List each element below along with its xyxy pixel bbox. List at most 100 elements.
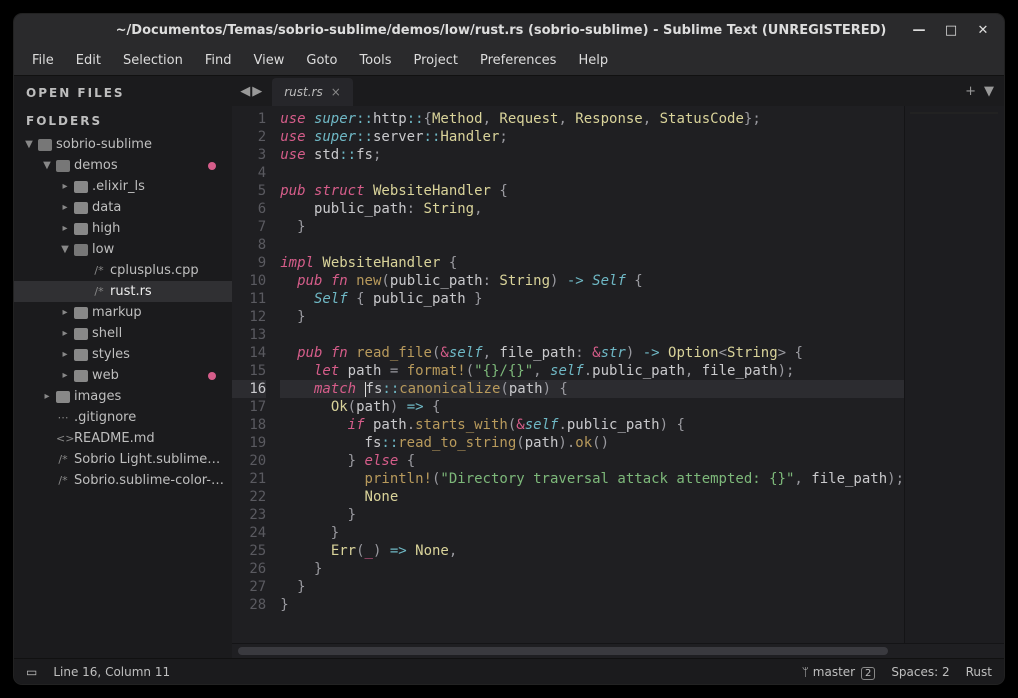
disclosure-arrow: ▸ bbox=[42, 391, 52, 402]
code-line: } bbox=[280, 506, 904, 524]
disclosure-arrow: ▼ bbox=[60, 244, 70, 255]
tree-label: Sobrio Light.sublime-col bbox=[74, 452, 224, 467]
line-number: 26 bbox=[232, 560, 266, 578]
line-number: 4 bbox=[232, 164, 266, 182]
disclosure-arrow: ▸ bbox=[60, 328, 70, 339]
menu-edit[interactable]: Edit bbox=[66, 49, 111, 72]
file-item[interactable]: /* Sobrio Light.sublime-col bbox=[14, 449, 232, 470]
file-item[interactable]: /*Sobrio.sublime-color-sch bbox=[14, 470, 232, 491]
dirty-indicator bbox=[208, 162, 216, 170]
minimize-button[interactable]: — bbox=[912, 23, 926, 37]
close-button[interactable]: ✕ bbox=[976, 23, 990, 37]
tab-next-icon[interactable]: ▶ bbox=[252, 84, 262, 99]
code-line: impl WebsiteHandler { bbox=[280, 254, 904, 272]
status-indent[interactable]: Spaces: 2 bbox=[891, 665, 949, 679]
menu-help[interactable]: Help bbox=[568, 49, 618, 72]
tree-label: .gitignore bbox=[74, 410, 224, 425]
file-item[interactable]: <>README.md bbox=[14, 428, 232, 449]
menu-goto[interactable]: Goto bbox=[296, 49, 347, 72]
code-line: } bbox=[280, 524, 904, 542]
tab-rust[interactable]: rust.rs × bbox=[272, 78, 353, 106]
folder-item[interactable]: ▸high bbox=[14, 218, 232, 239]
editor[interactable]: 1234567891011121314151617181920212223242… bbox=[232, 106, 1004, 643]
line-number: 18 bbox=[232, 416, 266, 434]
folder-icon bbox=[74, 202, 88, 214]
line-number: 17 bbox=[232, 398, 266, 416]
file-item[interactable]: ⋯ .gitignore bbox=[14, 407, 232, 428]
line-number: 13 bbox=[232, 326, 266, 344]
code-view[interactable]: use super::http::{Method, Request, Respo… bbox=[274, 106, 904, 643]
code-line: } bbox=[280, 596, 904, 614]
tree-label: rust.rs bbox=[110, 284, 224, 299]
folder-icon bbox=[74, 328, 88, 340]
tab-dropdown-icon[interactable]: ▼ bbox=[984, 84, 994, 99]
code-line: pub fn read_file(&self, file_path: &str)… bbox=[280, 344, 904, 362]
folder-item[interactable]: ▸data bbox=[14, 197, 232, 218]
minimap[interactable] bbox=[904, 106, 1004, 643]
code-line: public_path: String, bbox=[280, 200, 904, 218]
line-number: 3 bbox=[232, 146, 266, 164]
open-files-header: OPEN FILES bbox=[14, 76, 232, 106]
file-item[interactable]: /*cplusplus.cpp bbox=[14, 260, 232, 281]
tree-label: shell bbox=[92, 326, 224, 341]
line-number: 12 bbox=[232, 308, 266, 326]
window-title: ~/Documentos/Temas/sobrio-sublime/demos/… bbox=[14, 23, 898, 38]
new-tab-icon[interactable]: + bbox=[965, 84, 976, 99]
editor-area: ◀ ▶ rust.rs × + ▼ 1234567891011121314151… bbox=[232, 76, 1004, 658]
folder-item[interactable]: ▸ images bbox=[14, 386, 232, 407]
tree-label: cplusplus.cpp bbox=[110, 263, 224, 278]
status-branch[interactable]: ᛘ master 2 bbox=[802, 665, 876, 679]
horizontal-scrollbar[interactable] bbox=[232, 643, 1004, 658]
disclosure-arrow: ▸ bbox=[60, 202, 70, 213]
code-line: println!("Directory traversal attack att… bbox=[280, 470, 904, 488]
tab-bar-right: + ▼ bbox=[955, 84, 1004, 99]
workspace: OPEN FILES FOLDERS ▼sobrio-sublime▼demos… bbox=[14, 76, 1004, 658]
branch-icon: ᛘ bbox=[802, 665, 809, 679]
folder-item[interactable]: ▸ shell bbox=[14, 323, 232, 344]
tree-label: .elixir_ls bbox=[92, 179, 224, 194]
menu-preferences[interactable]: Preferences bbox=[470, 49, 566, 72]
line-number: 20 bbox=[232, 452, 266, 470]
folder-item[interactable]: ▸web bbox=[14, 365, 232, 386]
menu-file[interactable]: File bbox=[22, 49, 64, 72]
menu-project[interactable]: Project bbox=[403, 49, 467, 72]
file-icon: /* bbox=[56, 453, 70, 466]
menu-view[interactable]: View bbox=[244, 49, 295, 72]
line-number: 10 bbox=[232, 272, 266, 290]
minimap-content bbox=[910, 112, 998, 232]
panel-switcher-icon[interactable]: ▭ bbox=[26, 665, 37, 679]
file-item[interactable]: /*rust.rs bbox=[14, 281, 232, 302]
folder-icon bbox=[56, 160, 70, 172]
folder-icon bbox=[56, 391, 70, 403]
folder-item[interactable]: ▸styles bbox=[14, 344, 232, 365]
tab-prev-icon[interactable]: ◀ bbox=[240, 84, 250, 99]
folder-item[interactable]: ▸.elixir_ls bbox=[14, 176, 232, 197]
tree-label: images bbox=[74, 389, 224, 404]
line-number: 7 bbox=[232, 218, 266, 236]
code-line: use super::server::Handler; bbox=[280, 128, 904, 146]
tree-label: sobrio-sublime bbox=[56, 137, 224, 152]
code-line: Err(_) => None, bbox=[280, 542, 904, 560]
folder-item[interactable]: ▼sobrio-sublime bbox=[14, 134, 232, 155]
folder-item[interactable]: ▼low bbox=[14, 239, 232, 260]
menubar: FileEditSelectionFindViewGotoToolsProjec… bbox=[14, 46, 1004, 76]
menu-selection[interactable]: Selection bbox=[113, 49, 193, 72]
status-syntax[interactable]: Rust bbox=[966, 665, 992, 679]
tree-label: high bbox=[92, 221, 224, 236]
file-icon: ⋯ bbox=[56, 411, 70, 424]
menu-tools[interactable]: Tools bbox=[349, 49, 401, 72]
menu-find[interactable]: Find bbox=[195, 49, 242, 72]
code-line: pub struct WebsiteHandler { bbox=[280, 182, 904, 200]
maximize-button[interactable]: □ bbox=[944, 23, 958, 37]
status-bar: ▭ Line 16, Column 11 ᛘ master 2 Spaces: … bbox=[14, 658, 1004, 684]
code-line: match fs::canonicalize(path) { bbox=[280, 380, 904, 398]
line-number: 11 bbox=[232, 290, 266, 308]
tab-close-icon[interactable]: × bbox=[331, 85, 341, 99]
dirty-indicator bbox=[208, 372, 216, 380]
scrollbar-thumb[interactable] bbox=[238, 647, 888, 655]
folder-item[interactable]: ▸markup bbox=[14, 302, 232, 323]
tree-label: markup bbox=[92, 305, 224, 320]
folder-item[interactable]: ▼demos bbox=[14, 155, 232, 176]
code-line bbox=[280, 326, 904, 344]
folder-icon bbox=[74, 223, 88, 235]
